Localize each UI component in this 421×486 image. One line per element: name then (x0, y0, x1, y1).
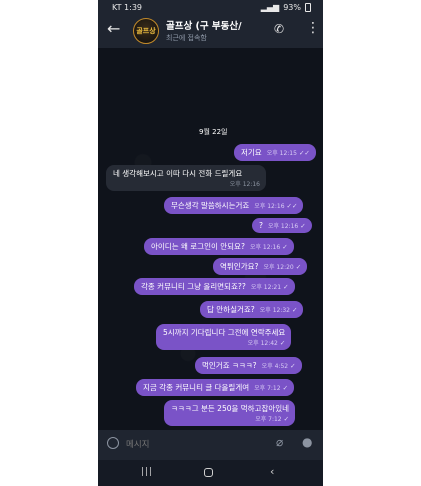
message-bubble-out[interactable]: ? 오후 12:16 ✓ (252, 218, 312, 233)
message-time: 오후 4:52 (261, 363, 289, 370)
message-text: 먹인거죠 ㅋㅋㅋ? (202, 361, 257, 370)
message-bubble-out[interactable]: 각종 커뮤니티 그냥 올리면되죠?? 오후 12:21 ✓ (134, 278, 295, 295)
phone-screen: KT 1:39 ▂▄▆ 93% ← 골프상 골프상 (구 부동산/ 최근에 접속… (98, 0, 323, 486)
message-text: ㅋㅋㅋ그 분든 250을 먹하고잡아있네 (171, 404, 290, 413)
phone-icon[interactable]: ✆ (274, 22, 284, 36)
message-text: 지금 각종 커뮤니티 글 다올릴게여 (143, 383, 250, 392)
battery-percent: 93% (283, 3, 301, 12)
message-bubble-in[interactable]: 네 생각해보시고 이따 다시 전화 드릴게요 오후 12:16 (106, 165, 266, 191)
message-time: 오후 12:16 (254, 203, 285, 210)
message-time: 오후 12:16 (249, 244, 281, 251)
message-time: 오후 12:16 (229, 181, 260, 188)
check-icon: ✓ (292, 306, 298, 314)
message-input[interactable] (126, 438, 266, 452)
message-text: 네 생각해보시고 이따 다시 전화 드릴게요 (113, 169, 243, 178)
chat-title[interactable]: 골프상 (구 부동산/ (166, 18, 266, 32)
android-nav-bar: ||| ‹ (98, 460, 323, 486)
nav-back-icon[interactable]: ‹ (270, 465, 274, 478)
status-right: ▂▄▆ 93% (261, 3, 311, 12)
chat-area[interactable]: 9월 22일 저기요 오후 12:15 ✓✓ 네 생각해보시고 이따 다시 전화 드… (98, 48, 323, 430)
paperclip-icon[interactable]: ⌀ (276, 435, 283, 449)
check-icon: ✓ (283, 415, 290, 423)
message-time: 오후 7:12 (255, 416, 282, 423)
check-icon: ✓ (282, 384, 289, 392)
message-bubble-out[interactable]: 역튀인가요? 오후 12:20 ✓ (213, 258, 308, 275)
check-icon: ✓ (300, 222, 306, 230)
message-bubble-out[interactable]: 답 안하실거죠? 오후 12:32 ✓ (200, 301, 304, 318)
status-bar: KT 1:39 ▂▄▆ 93% (98, 0, 323, 15)
signal-icon: ▂▄▆ (260, 3, 280, 12)
message-text: 아이디는 왜 로그인이 안되요? (151, 242, 245, 251)
double-check-icon: ✓✓ (298, 149, 310, 157)
status-carrier-time: KT 1:39 (112, 3, 143, 12)
message-text: 답 안하실거죠? (207, 305, 255, 314)
check-icon: ✓ (282, 243, 288, 251)
message-bubble-out[interactable]: 무슨생각 말씀하시는거죠 오후 12:16 ✓✓ (164, 197, 304, 214)
message-text: 5시까지 기다립니다 그전에 연락주세요 (163, 328, 286, 337)
battery-icon (305, 3, 311, 12)
message-input-bar: ⌀ ● (98, 430, 323, 460)
message-text: ? (259, 221, 263, 230)
message-text: 각종 커뮤니티 그냥 올리면되죠?? (141, 282, 246, 291)
check-icon: ✓ (295, 263, 302, 271)
avatar[interactable]: 골프상 (133, 18, 159, 44)
message-bubble-out[interactable]: ㅋㅋㅋ그 분든 250을 먹하고잡아있네 오후 7:12 ✓ (164, 400, 296, 426)
emoji-icon[interactable] (107, 437, 119, 449)
message-time: 오후 12:42 (247, 340, 278, 347)
message-bubble-out[interactable]: 저기요 오후 12:15 ✓✓ (234, 144, 316, 161)
message-time: 오후 12:16 (267, 223, 299, 230)
chat-subtitle: 최근에 접속함 (166, 34, 207, 42)
check-icon: ✓ (290, 362, 296, 370)
message-text: 역튀인가요? (220, 262, 259, 271)
back-arrow-icon[interactable]: ← (107, 21, 120, 37)
message-text: 저기요 (241, 148, 262, 157)
check-icon: ✓ (279, 339, 286, 347)
message-time: 오후 12:21 (250, 284, 282, 291)
message-bubble-out[interactable]: 지금 각종 커뮤니티 글 다올릴게여 오후 7:12 ✓ (136, 379, 295, 396)
message-text: 무슨생각 말씀하시는거죠 (171, 201, 250, 210)
message-bubble-out[interactable]: 아이디는 왜 로그인이 안되요? 오후 12:16 ✓ (144, 238, 294, 255)
date-separator: 9월 22일 (199, 128, 228, 136)
microphone-icon[interactable]: ● (302, 435, 312, 449)
double-check-icon: ✓✓ (286, 202, 298, 210)
message-bubble-out[interactable]: 먹인거죠 ㅋㅋㅋ? 오후 4:52 ✓ (195, 357, 302, 374)
more-vertical-icon[interactable]: ⋮ (306, 21, 320, 35)
chat-header: ← 골프상 골프상 (구 부동산/ 최근에 접속함 ✆ ⋮ (98, 15, 323, 48)
message-time: 오후 7:12 (254, 385, 281, 392)
message-time: 오후 12:20 (263, 264, 294, 271)
message-time: 오후 12:15 (266, 150, 297, 157)
home-icon[interactable] (204, 468, 213, 477)
message-time: 오후 12:32 (259, 307, 291, 314)
check-icon: ✓ (283, 283, 289, 291)
message-bubble-out[interactable]: 5시까지 기다립니다 그전에 연락주세요 오후 12:42 ✓ (156, 324, 292, 350)
avatar-text: 골프상 (136, 27, 156, 35)
recent-apps-icon[interactable]: ||| (141, 467, 153, 477)
